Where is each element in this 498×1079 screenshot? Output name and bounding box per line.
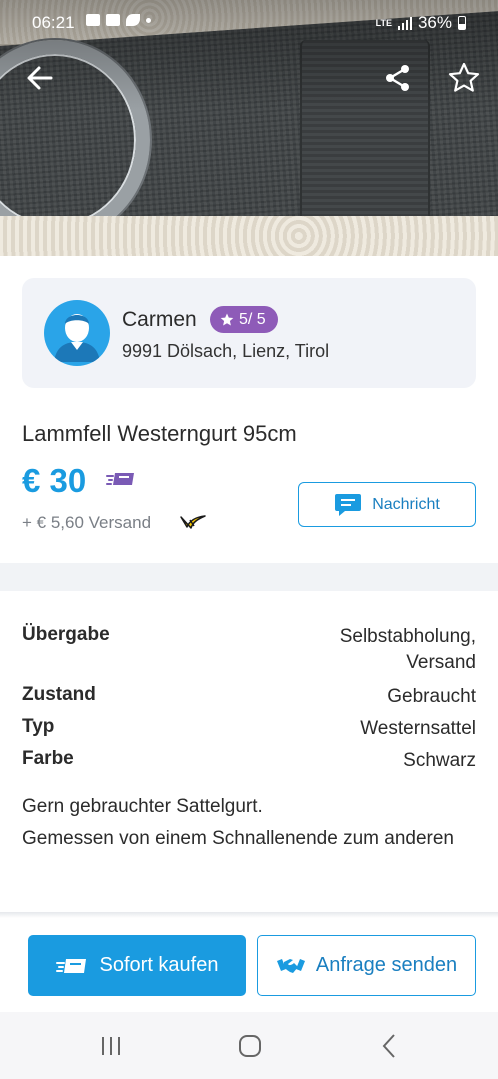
austrian-post-icon — [178, 512, 208, 532]
chevron-left-icon — [382, 1034, 395, 1058]
leaf-notification-icon — [126, 14, 140, 26]
network-type: LTE — [375, 17, 392, 28]
share-button[interactable] — [378, 58, 418, 98]
seller-location: 9991 Dölsach, Lienz, Tirol — [122, 341, 330, 361]
star-filled-icon — [220, 313, 234, 325]
status-time: 06:21 — [32, 13, 75, 32]
star-outline-icon — [448, 62, 480, 92]
signal-icon — [397, 16, 412, 30]
arrow-left-icon — [27, 66, 53, 90]
detail-key: Typ — [22, 716, 55, 737]
image-notification-icon — [86, 14, 100, 26]
favorite-button[interactable] — [444, 58, 484, 98]
send-inquiry-label: Anfrage senden — [315, 954, 458, 976]
system-navigation-bar — [0, 1012, 498, 1079]
detail-value: Gebraucht — [387, 686, 476, 707]
details-table: Übergabe Selbstabholung, Versand Zustand… — [22, 624, 476, 780]
share-icon — [386, 65, 409, 91]
user-avatar-icon — [54, 314, 100, 362]
avatar — [44, 300, 110, 366]
detail-key: Zustand — [22, 684, 96, 705]
notification-icons — [86, 14, 151, 26]
battery-icon — [458, 16, 466, 30]
section-divider — [0, 563, 498, 591]
recent-apps-button[interactable] — [96, 1034, 126, 1058]
price: € 30 — [22, 462, 87, 499]
status-bar: 06:21 LTE 36% — [0, 0, 498, 44]
chat-bubble-icon — [335, 493, 362, 516]
detail-row-condition: Zustand Gebraucht — [22, 684, 476, 716]
buy-now-button[interactable]: Sofort kaufen — [28, 935, 246, 996]
back-button[interactable] — [20, 58, 60, 98]
send-inquiry-button[interactable]: Anfrage senden — [257, 935, 476, 996]
detail-row-color: Farbe Schwarz — [22, 748, 476, 780]
rating-badge: 5/ 5 — [210, 306, 278, 333]
system-back-button[interactable] — [375, 1034, 405, 1058]
detail-value: Selbstabholung, Versand — [339, 626, 476, 673]
message-button[interactable]: Nachricht — [298, 482, 476, 527]
detail-row-type: Typ Westernsattel — [22, 716, 476, 748]
home-button[interactable] — [235, 1034, 265, 1058]
handshake-icon — [276, 958, 305, 973]
detail-value: Westernsattel — [360, 718, 476, 739]
description: Gern gebrauchter Sattelgurt. Gemessen vo… — [22, 791, 476, 855]
detail-key: Übergabe — [22, 624, 110, 645]
battery-percent: 36% — [417, 13, 452, 32]
description-line: Gern gebrauchter Sattelgurt. — [22, 796, 263, 817]
buy-now-label: Sofort kaufen — [99, 954, 219, 976]
detail-row-handover: Übergabe Selbstabholung, Versand — [22, 624, 476, 684]
action-bar: Sofort kaufen Anfrage senden — [0, 918, 498, 1012]
seller-card[interactable]: Carmen 5/ 5 9991 Dölsach, Lienz, Tirol — [22, 278, 476, 388]
detail-value: Schwarz — [403, 750, 476, 771]
recent-apps-icon — [102, 1037, 120, 1055]
status-right: LTE 36% — [376, 13, 466, 33]
detail-key: Farbe — [22, 748, 74, 769]
message-button-label: Nachricht — [372, 495, 440, 513]
shipping-cost: + € 5,60 Versand — [22, 513, 152, 532]
fleece-bottom — [0, 216, 498, 256]
rating-value: 5/ 5 — [239, 310, 266, 328]
instant-buy-icon — [55, 958, 86, 973]
seller-name[interactable]: Carmen — [122, 308, 197, 332]
instant-buy-icon — [106, 473, 134, 485]
more-notifications-icon — [146, 17, 151, 23]
listing-title: Lammfell Westerngurt 95cm — [22, 421, 297, 446]
mail-notification-icon — [106, 14, 120, 26]
description-line: Gemessen von einem Schnallenende zum and… — [22, 828, 454, 849]
home-icon — [239, 1035, 261, 1057]
